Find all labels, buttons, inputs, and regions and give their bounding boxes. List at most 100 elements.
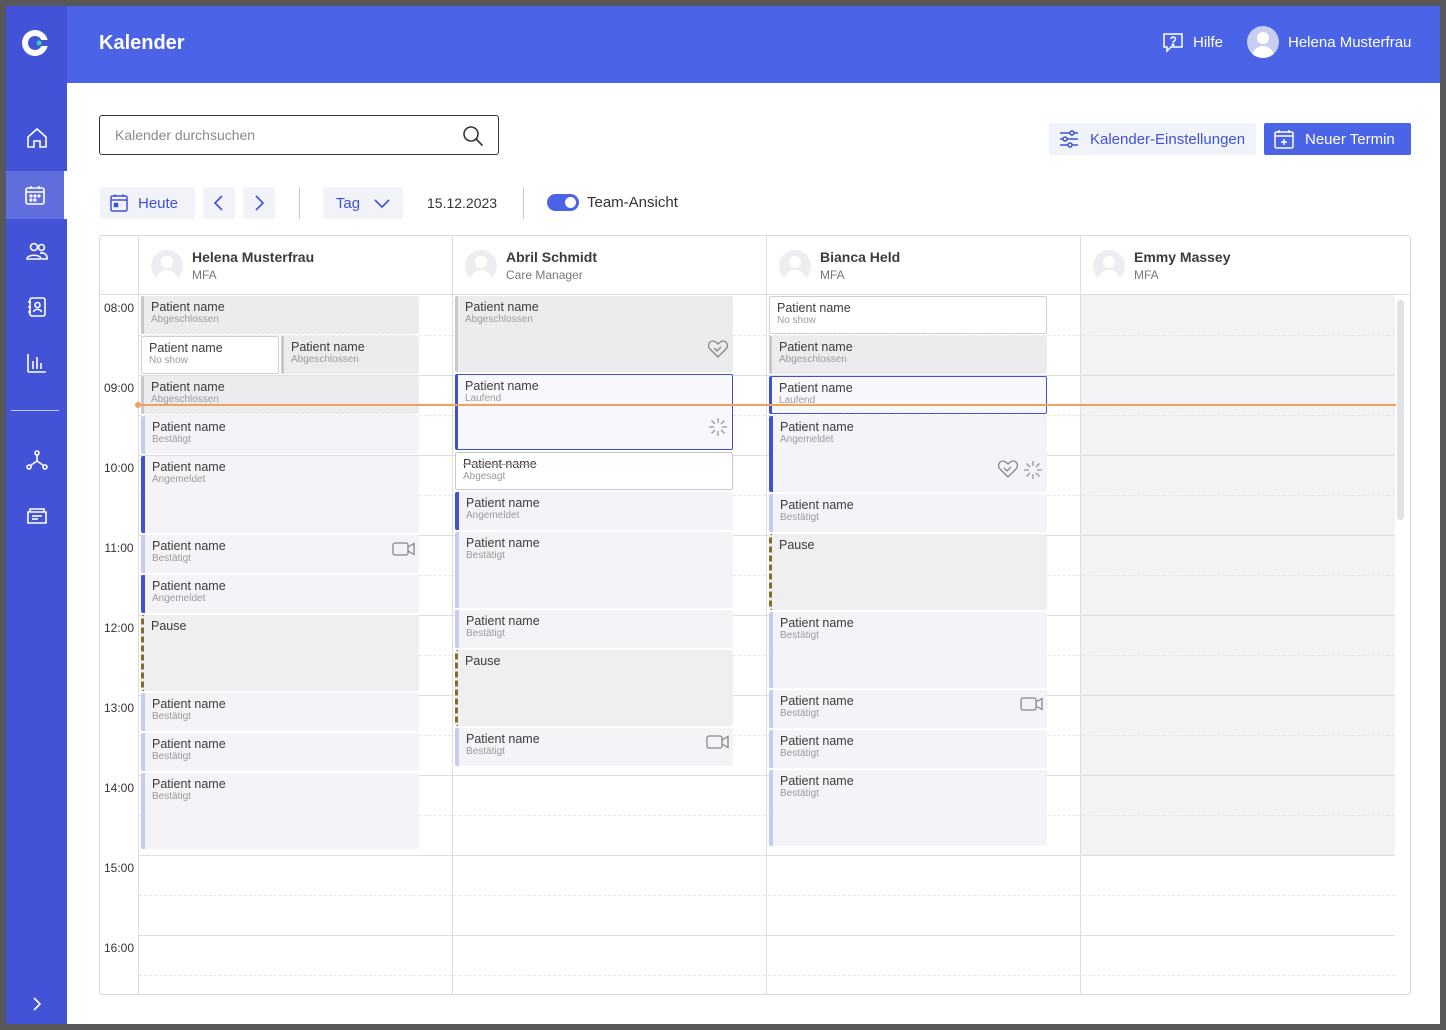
chevron-right-icon (255, 195, 265, 211)
staff-header[interactable]: Emmy Massey MFA (1093, 249, 1231, 282)
new-appointment-button[interactable]: Neuer Termin (1264, 123, 1411, 155)
nav-integrations[interactable] (6, 436, 67, 484)
half-hour-line (139, 975, 1395, 976)
staff-header[interactable]: Abril Schmidt Care Manager (465, 249, 597, 282)
appointment-title: Patient name (780, 420, 854, 434)
staff-role: MFA (820, 268, 845, 282)
nav-archive[interactable] (6, 492, 67, 540)
appointment-title: Patient name (466, 732, 540, 746)
appointment-status: Abgeschlossen (151, 314, 219, 325)
current-date[interactable]: 15.12.2023 (427, 195, 497, 211)
appointment-title: Patient name (466, 536, 540, 550)
pause-label: Pause (779, 538, 815, 552)
calendar-settings-button[interactable]: Kalender-Einstellungen (1049, 123, 1256, 155)
appointment-status: Bestätigt (152, 711, 191, 722)
appointment[interactable]: Patient name Abgeschlossen (769, 336, 1047, 374)
nav-calendar[interactable] (6, 171, 67, 219)
appointment[interactable]: Patient name Bestätigt (455, 532, 733, 608)
previous-day-button[interactable] (203, 187, 235, 219)
search-input[interactable] (115, 127, 445, 143)
team-view-label: Team-Ansicht (587, 194, 678, 211)
user-name: Helena Musterfrau (1288, 33, 1412, 51)
nav-contacts[interactable] (6, 283, 67, 331)
appointment[interactable]: Patient name Angemeldet (769, 416, 1047, 492)
pause-block[interactable]: Pause (769, 534, 1047, 610)
today-button[interactable]: Heute (100, 187, 195, 219)
nav-statistics[interactable] (6, 339, 67, 387)
pause-block[interactable]: Pause (141, 615, 419, 691)
nav-patients[interactable] (6, 227, 67, 275)
appointment[interactable]: Patient name Angemeldet (141, 575, 419, 613)
appointment[interactable]: Patient name Laufend (769, 376, 1047, 414)
help-button[interactable]: Hilfe (1161, 30, 1223, 54)
appointment-status: Abgeschlossen (465, 314, 533, 325)
next-day-button[interactable] (243, 187, 275, 219)
search-icon[interactable] (462, 125, 484, 147)
appointment-title: Patient name (466, 614, 540, 628)
staff-header[interactable]: Helena Musterfrau MFA (151, 249, 314, 282)
staff-header[interactable]: Bianca Held MFA (779, 249, 900, 282)
appointment[interactable]: Patient name Laufend (455, 374, 733, 450)
appointment-status: Bestätigt (466, 550, 505, 561)
appointment[interactable]: Patient name Abgeschlossen (141, 296, 419, 334)
appointment[interactable]: Patient name Bestätigt (769, 770, 1047, 846)
appointment[interactable]: Patient name Bestätigt (769, 730, 1047, 768)
view-select-value: Tag (335, 194, 361, 212)
appointment-status: Bestätigt (780, 512, 819, 523)
appointment-title: Patient name (291, 340, 365, 354)
video-icon (392, 542, 415, 556)
appointment-status: No show (777, 315, 816, 326)
appointment[interactable]: Patient name Bestätigt (141, 773, 419, 849)
chevron-down-icon (374, 199, 390, 209)
appointment[interactable]: Patient name Bestätigt (141, 693, 419, 731)
appointment-title: Patient name (777, 301, 851, 315)
nav-home[interactable] (6, 114, 67, 162)
appointment[interactable]: Patient name Bestätigt (141, 535, 419, 573)
sidebar-expand-button[interactable] (6, 980, 67, 1024)
appointment[interactable]: Patient name Bestätigt (455, 610, 733, 648)
hour-line (139, 935, 1395, 936)
appointment-title: Patient name (152, 579, 226, 593)
user-menu[interactable]: Helena Musterfrau (1247, 26, 1411, 58)
appointment[interactable]: Patient name Bestätigt (769, 690, 1047, 728)
appointment[interactable]: Patient name No show (769, 296, 1047, 334)
calendar-scrollbar[interactable] (1397, 300, 1404, 520)
chevron-right-icon (32, 997, 41, 1011)
chevron-left-icon (213, 195, 223, 211)
address-book-icon (27, 297, 46, 317)
appointment-status: Angemeldet (466, 510, 520, 521)
pause-label: Pause (465, 654, 501, 668)
view-select[interactable]: Tag (323, 187, 403, 219)
appointment-status: No show (149, 355, 188, 366)
current-time-line (138, 404, 1396, 406)
appointment-title: Patient name (152, 737, 226, 751)
help-bubble-icon (1163, 33, 1183, 53)
bar-chart-icon (26, 354, 46, 373)
pause-block[interactable]: Pause (455, 650, 733, 726)
appointment[interactable]: Patient name Bestätigt (769, 494, 1047, 532)
appointment[interactable]: Patient name Bestätigt (455, 728, 733, 766)
appointment[interactable]: Patient name Abgeschlossen (281, 336, 419, 374)
user-avatar-icon (784, 255, 806, 282)
staff-name: Abril Schmidt (506, 249, 598, 265)
appointment[interactable]: Patient name Abgesagt (455, 452, 733, 490)
appointment[interactable]: Patient name Abgeschlossen (141, 376, 419, 414)
appointment[interactable]: Patient name Bestätigt (141, 416, 419, 454)
calendar-grid: Helena Musterfrau MFA Abril Schmidt Care M… (99, 235, 1411, 995)
appointment-title: Patient name (780, 498, 854, 512)
app-frame: Kalender Hilfe Helena Musterfrau Kalende… (6, 6, 1440, 1024)
appointment[interactable]: Patient name Angemeldet (455, 492, 733, 530)
appointment[interactable]: Patient name Angemeldet (141, 456, 419, 533)
appointment[interactable]: Patient name Abgeschlossen (455, 296, 733, 372)
staff-name: Bianca Held (820, 249, 901, 265)
appointment-title: Patient name (779, 340, 853, 354)
appointment[interactable]: Patient name No show (141, 336, 279, 374)
appointment[interactable]: Patient name Bestätigt (769, 612, 1047, 688)
app-logo-icon[interactable] (20, 28, 50, 58)
appointment-title: Patient name (465, 379, 539, 393)
appointment-title: Patient name (152, 777, 226, 791)
current-time-dot (135, 402, 141, 408)
team-view-toggle[interactable] (547, 194, 579, 211)
calendar-search[interactable] (99, 115, 499, 155)
appointment[interactable]: Patient name Bestätigt (141, 733, 419, 771)
